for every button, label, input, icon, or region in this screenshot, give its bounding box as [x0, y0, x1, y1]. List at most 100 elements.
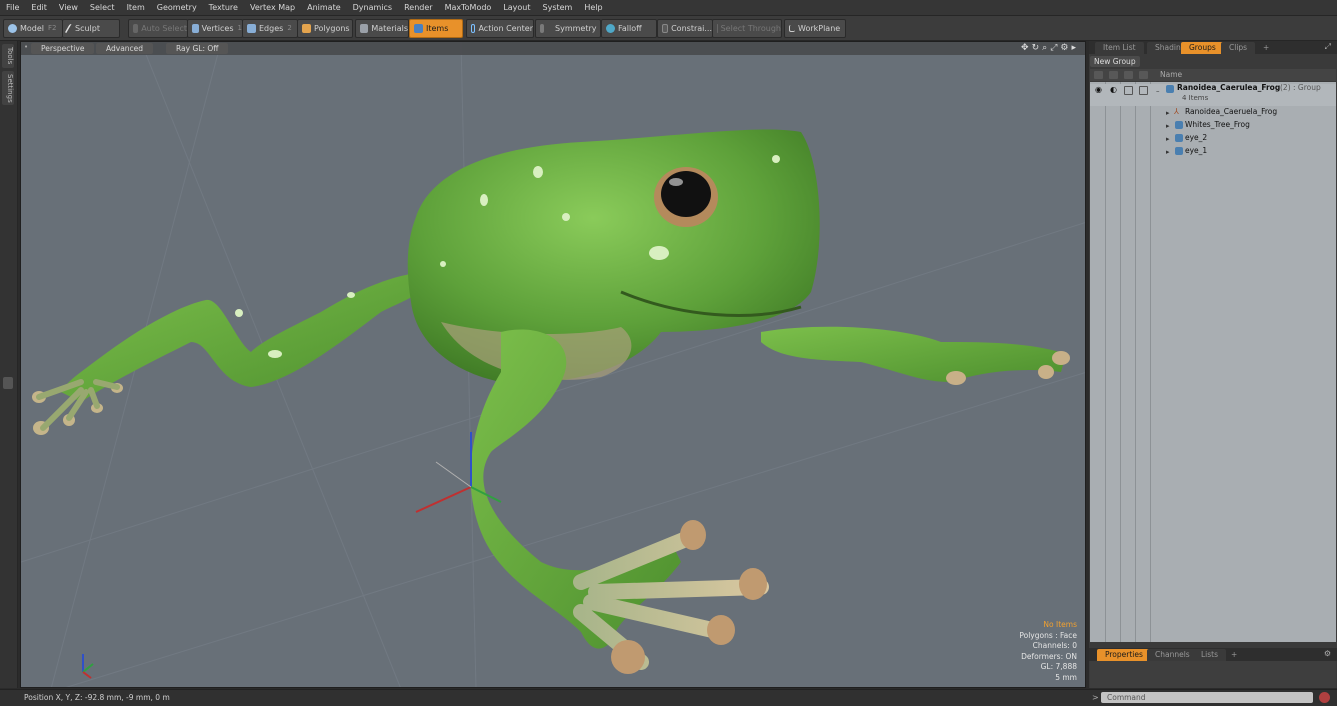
new-group-button[interactable]: New Group: [1090, 56, 1140, 67]
falloff-button[interactable]: Falloff: [601, 19, 657, 38]
add-tab-button[interactable]: +: [1255, 42, 1277, 54]
select-through-label: Select Through: [720, 24, 781, 33]
tab-clips[interactable]: Clips: [1221, 42, 1256, 54]
render-col-icon[interactable]: [1109, 71, 1118, 79]
render-icon[interactable]: ◐: [1110, 84, 1117, 96]
expand-icon[interactable]: ▸: [1166, 120, 1170, 132]
tab-item-list[interactable]: Item List: [1095, 42, 1144, 54]
menu-render[interactable]: Render: [398, 0, 438, 15]
menu-system[interactable]: System: [537, 0, 579, 15]
symmetry-label: Symmetry: [555, 24, 597, 33]
visibility-col-icon[interactable]: [1094, 71, 1103, 79]
command-input[interactable]: Command: [1101, 692, 1313, 703]
expand-icon[interactable]: ▸: [1166, 133, 1170, 145]
3d-viewport[interactable]: • Perspective Advanced Ray GL: Off ✥↻⌕⤢⚙…: [20, 41, 1086, 688]
mesh-item-icon: [1175, 121, 1183, 129]
maximize-icon[interactable]: ⤢: [1050, 43, 1060, 53]
menu-texture[interactable]: Texture: [203, 0, 244, 15]
scene-render: [21, 42, 1085, 687]
zoom-icon[interactable]: ⌕: [1042, 43, 1050, 53]
constraints-button[interactable]: Constrai...: [657, 19, 713, 38]
back-left-fingers: [36, 379, 120, 431]
workplane-button[interactable]: WorkPlane: [784, 19, 846, 38]
item-name: Whites_Tree_Frog: [1185, 120, 1250, 129]
symmetry-icon: [540, 24, 544, 33]
menu-layout[interactable]: Layout: [497, 0, 536, 15]
raygl-toggle[interactable]: Ray GL: Off: [166, 43, 229, 54]
add-tab-button[interactable]: +: [1223, 649, 1245, 661]
list-item[interactable]: ▸ eye_2: [1090, 132, 1336, 144]
item-name: eye_2: [1185, 133, 1208, 142]
eye-pupil: [661, 171, 711, 217]
tools-tab[interactable]: Tools: [2, 44, 14, 68]
edges-key: 2: [287, 24, 292, 32]
sculpt-button[interactable]: Sculpt: [62, 19, 120, 38]
right-panel: Item List Shading Groups Clips + ⤢ New G…: [1089, 41, 1337, 688]
list-item[interactable]: ▸ ⅄ Ranoidea_Caeruela_Frog: [1090, 106, 1336, 118]
name-column-header[interactable]: Name: [1160, 70, 1182, 79]
properties-panel: [1090, 661, 1336, 688]
strip-handle[interactable]: [3, 377, 13, 389]
menu-maxtomodo[interactable]: MaxToModo: [439, 0, 498, 15]
select-through-button[interactable]: Select Through: [712, 19, 782, 38]
gear-icon[interactable]: ⚙: [1060, 43, 1071, 53]
menu-edit[interactable]: Edit: [25, 0, 53, 15]
select-col-icon[interactable]: [1139, 71, 1148, 79]
pan-icon[interactable]: ✥: [1021, 43, 1032, 53]
col-sep: [1150, 82, 1151, 642]
command-history-button[interactable]: [1319, 692, 1330, 703]
action-center-button[interactable]: Action Center: [466, 19, 534, 38]
menu-item[interactable]: Item: [121, 0, 151, 15]
orbit-icon[interactable]: ↻: [1032, 43, 1043, 53]
select-toggle[interactable]: [1139, 86, 1148, 95]
menu-file[interactable]: File: [0, 0, 25, 15]
arrow-icon[interactable]: ▸: [1071, 43, 1079, 53]
col-sep: [1105, 82, 1106, 642]
polygons-button[interactable]: Polygons: [297, 19, 353, 38]
list-item[interactable]: ▸ Whites_Tree_Frog: [1090, 119, 1336, 131]
lock-toggle[interactable]: [1124, 86, 1133, 95]
group-count: 4 Items: [1182, 94, 1209, 102]
settings-tab[interactable]: Settings: [2, 71, 14, 105]
materials-button[interactable]: Materials: [355, 19, 409, 38]
expand-icon[interactable]: ▸: [1166, 146, 1170, 158]
model-button[interactable]: Model F2: [3, 19, 63, 38]
tab-lists[interactable]: Lists: [1193, 649, 1227, 661]
mesh-icon: ⅄: [1174, 107, 1179, 116]
menu-vertex-map[interactable]: Vertex Map: [244, 0, 301, 15]
menu-select[interactable]: Select: [84, 0, 121, 15]
viewport-header: • Perspective Advanced Ray GL: Off ✥↻⌕⤢⚙…: [21, 42, 1085, 55]
menu-animate[interactable]: Animate: [301, 0, 347, 15]
item-name: eye_1: [1185, 146, 1208, 155]
vertices-button[interactable]: Vertices 1: [187, 19, 243, 38]
menu-geometry[interactable]: Geometry: [151, 0, 203, 15]
menu-view[interactable]: View: [53, 0, 84, 15]
group-row[interactable]: ◉ ◐ – Ranoidea_Caerulea_Frog (2) : Group…: [1090, 83, 1336, 106]
item-name: Ranoidea_Caeruela_Frog: [1185, 107, 1278, 116]
tab-properties[interactable]: Properties: [1097, 649, 1151, 661]
tab-groups[interactable]: Groups: [1181, 42, 1224, 54]
collapse-icon[interactable]: –: [1156, 85, 1160, 97]
deformers-info: Deformers: ON: [1021, 651, 1077, 661]
symmetry-button[interactable]: Symmetry: [535, 19, 601, 38]
action-center-icon: [471, 24, 476, 33]
list-item[interactable]: ▸ eye_1: [1090, 145, 1336, 157]
panel-expand-icon[interactable]: ⤢: [1325, 42, 1331, 52]
edges-button[interactable]: Edges 2: [242, 19, 298, 38]
menu-help[interactable]: Help: [578, 0, 608, 15]
lock-col-icon[interactable]: [1124, 71, 1133, 79]
menu-bar: File Edit View Select Item Geometry Text…: [0, 0, 1337, 16]
auto-select-button[interactable]: Auto Select: [128, 19, 188, 38]
gl-info: GL: 7,888: [1040, 662, 1077, 671]
items-button[interactable]: Items: [409, 19, 463, 38]
menu-dynamics[interactable]: Dynamics: [347, 0, 398, 15]
expand-icon[interactable]: ▸: [1166, 107, 1170, 119]
mesh-item-icon: [1175, 134, 1183, 142]
viewport-menu-icon[interactable]: •: [24, 43, 28, 51]
groups-header: Name: [1090, 69, 1336, 81]
tab-channels[interactable]: Channels: [1147, 649, 1198, 661]
eye-icon[interactable]: ◉: [1095, 84, 1102, 96]
gear-icon[interactable]: ⚙: [1324, 649, 1331, 658]
view-type-dropdown[interactable]: Perspective: [31, 43, 95, 54]
shading-mode-dropdown[interactable]: Advanced: [96, 43, 154, 54]
